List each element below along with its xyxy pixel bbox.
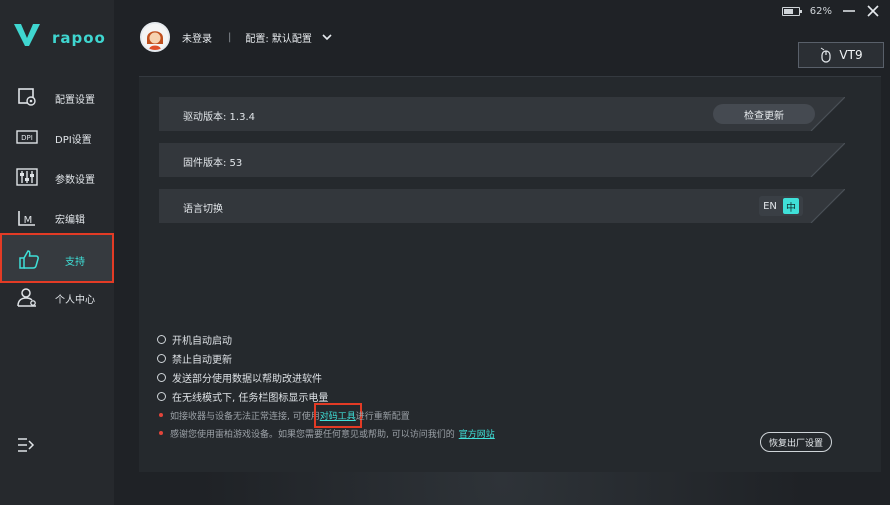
radio-button[interactable] — [157, 334, 166, 344]
language-toggle[interactable]: EN 中 — [759, 196, 803, 216]
thanks-note-text: 感谢您使用雷柏游戏设备。如果您需要任何意见或帮助, 可以访问我们的 — [170, 429, 455, 440]
config-icon — [18, 88, 36, 106]
option-label: 开机自动启动 — [172, 335, 232, 347]
language-row: 语言切换 EN 中 — [159, 189, 845, 223]
header: 未登录 | 配置: 默认配置 — [140, 22, 332, 52]
sliders-icon — [16, 168, 38, 186]
device-tab[interactable]: VT9 — [798, 42, 884, 68]
sidebar-item-label: 参数设置 — [55, 175, 95, 186]
option-auto-start[interactable]: 开机自动启动 — [157, 332, 232, 347]
sidebar-item-label: 支持 — [65, 257, 85, 268]
option-send-usage-data[interactable]: 发送部分使用数据以帮助改进软件 — [157, 370, 322, 385]
thanks-note: 感谢您使用雷柏游戏设备。如果您需要任何意见或帮助, 可以访问我们的 官方网站 — [159, 427, 495, 440]
svg-text:DPI: DPI — [21, 134, 33, 142]
radio-button[interactable] — [157, 391, 166, 401]
factory-reset-button[interactable]: 恢复出厂设置 — [760, 432, 832, 452]
sidebar-item-label: 个人中心 — [55, 295, 95, 306]
battery-icon — [781, 6, 802, 16]
pairing-note-suffix: 进行重新配置 — [355, 411, 410, 422]
mouse-icon — [821, 47, 832, 63]
sidebar-item-config[interactable]: 配置设置 — [0, 78, 114, 118]
chevron-down-icon[interactable] — [322, 33, 332, 41]
pairing-note: 如接收器与设备无法正常连接, 可使用 对码工具 进行重新配置 — [159, 402, 410, 428]
expand-menu-icon[interactable] — [17, 437, 35, 453]
note-bullet — [159, 431, 163, 435]
device-name: VT9 — [839, 48, 863, 62]
logo-text: rapoo — [52, 29, 106, 47]
avatar[interactable] — [140, 22, 170, 52]
svg-text:M: M — [24, 215, 33, 226]
sidebar-item-label: 配置设置 — [55, 95, 95, 106]
login-status[interactable]: 未登录 — [182, 30, 212, 45]
minimize-icon[interactable] — [842, 4, 856, 18]
firmware-version: 固件版本: 53 — [183, 158, 243, 169]
sidebar-item-dpi[interactable]: DPI DPI设置 — [0, 118, 114, 158]
radio-button[interactable] — [157, 372, 166, 382]
config-selector[interactable]: 配置: 默认配置 — [245, 30, 312, 45]
header-separator: | — [228, 31, 232, 43]
driver-version-row: 驱动版本: 1.3.4 检查更新 — [159, 97, 845, 131]
user-icon — [17, 288, 36, 307]
official-website-link[interactable]: 官方网站 — [459, 427, 495, 440]
lang-zh-option[interactable]: 中 — [783, 198, 799, 214]
title-bar-controls: 62% — [781, 3, 880, 19]
driver-version: 驱动版本: 1.3.4 — [183, 112, 255, 123]
logo-v-mark — [14, 24, 40, 46]
pairing-tool-link[interactable]: 对码工具 — [313, 402, 362, 428]
battery-percent: 62% — [809, 5, 832, 17]
option-label: 在无线模式下, 任务栏图标显示电量 — [172, 392, 329, 404]
sidebar-item-params[interactable]: 参数设置 — [0, 158, 114, 198]
language-label: 语言切换 — [183, 204, 223, 215]
note-bullet — [159, 413, 163, 417]
avatar-icon — [142, 24, 168, 50]
sidebar-item-label: DPI设置 — [55, 135, 92, 146]
close-icon[interactable] — [866, 4, 880, 18]
sidebar-item-macro[interactable]: M 宏编辑 — [0, 198, 114, 238]
firmware-version-row: 固件版本: 53 — [159, 143, 845, 177]
macro-icon: M — [18, 211, 35, 226]
sidebar-item-label: 宏编辑 — [55, 215, 85, 226]
sidebar: rapoo 配置设置 DPI DPI设置 参数设置 M 宏编辑 支持 个人中心 — [0, 0, 114, 505]
pairing-note-prefix: 如接收器与设备无法正常连接, 可使用 — [170, 411, 320, 422]
dpi-icon: DPI — [16, 130, 38, 144]
main-area: 62% 未登录 | 配置: 默认配置 VT9 驱动版本: 1.3.4 检查更新 … — [114, 0, 890, 505]
lang-en-option[interactable]: EN — [759, 201, 781, 212]
sidebar-item-user-center[interactable]: 个人中心 — [0, 278, 114, 318]
thumbs-up-icon — [19, 250, 39, 269]
option-label: 禁止自动更新 — [172, 354, 232, 366]
option-label: 发送部分使用数据以帮助改进软件 — [172, 373, 322, 385]
check-update-button[interactable]: 检查更新 — [713, 104, 815, 124]
support-panel: 驱动版本: 1.3.4 检查更新 固件版本: 53 语言切换 EN 中 开机自动… — [139, 76, 881, 472]
option-taskbar-battery[interactable]: 在无线模式下, 任务栏图标显示电量 — [157, 389, 329, 404]
option-disable-auto-update[interactable]: 禁止自动更新 — [157, 351, 232, 366]
radio-button[interactable] — [157, 353, 166, 363]
sidebar-item-support[interactable]: 支持 — [0, 233, 114, 283]
rapoo-logo: rapoo — [12, 22, 105, 52]
